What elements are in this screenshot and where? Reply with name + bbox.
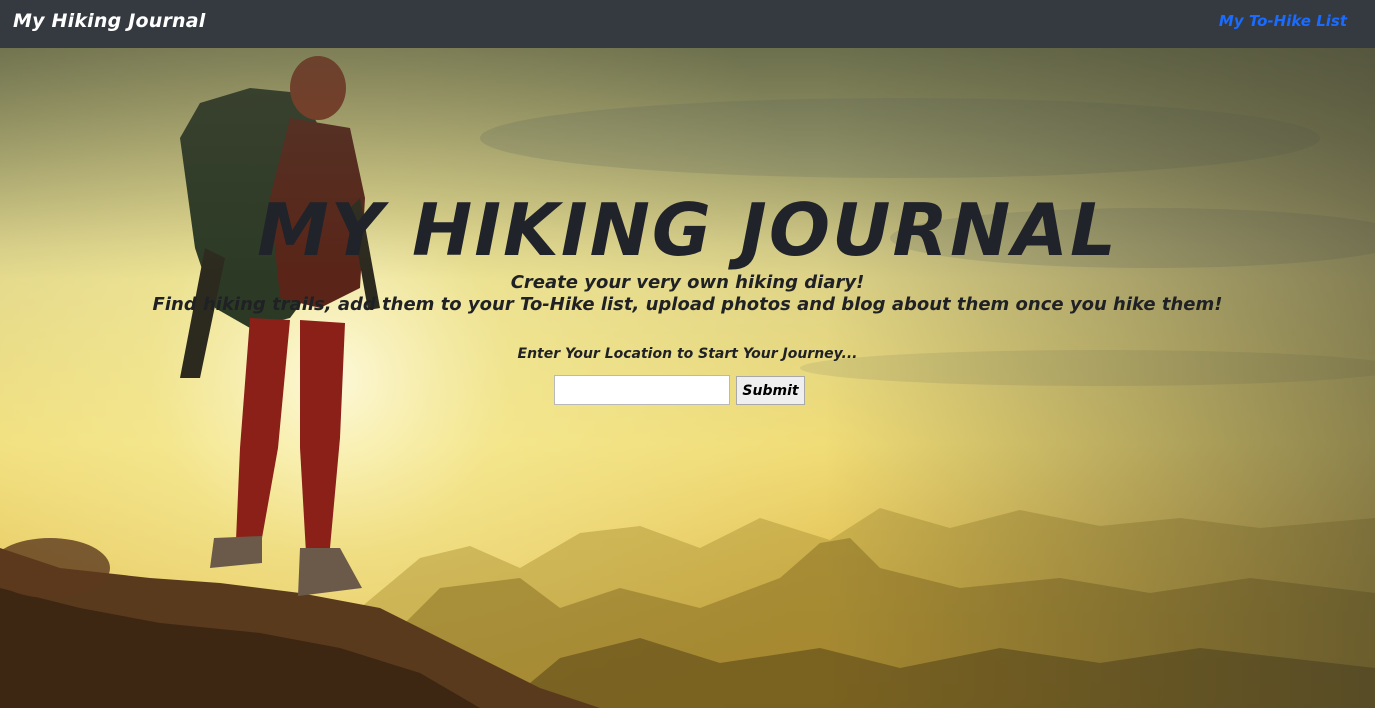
location-prompt: Enter Your Location to Start Your Journe… bbox=[517, 346, 858, 362]
navbar: My Hiking Journal My To-Hike List bbox=[0, 0, 1375, 48]
hero-section: MY HIKING JOURNAL Create your very own h… bbox=[0, 48, 1375, 708]
hero-subtitle-line-1: Create your very own hiking diary! bbox=[510, 272, 865, 293]
to-hike-list-link[interactable]: My To-Hike List bbox=[1219, 12, 1347, 30]
submit-button[interactable]: Submit bbox=[736, 376, 805, 405]
brand-link[interactable]: My Hiking Journal bbox=[13, 10, 206, 32]
hero-title: MY HIKING JOURNAL bbox=[257, 188, 1118, 272]
hero-subtitle-line-2: Find hiking trails, add them to your To-… bbox=[152, 294, 1223, 315]
location-input[interactable] bbox=[554, 375, 730, 405]
